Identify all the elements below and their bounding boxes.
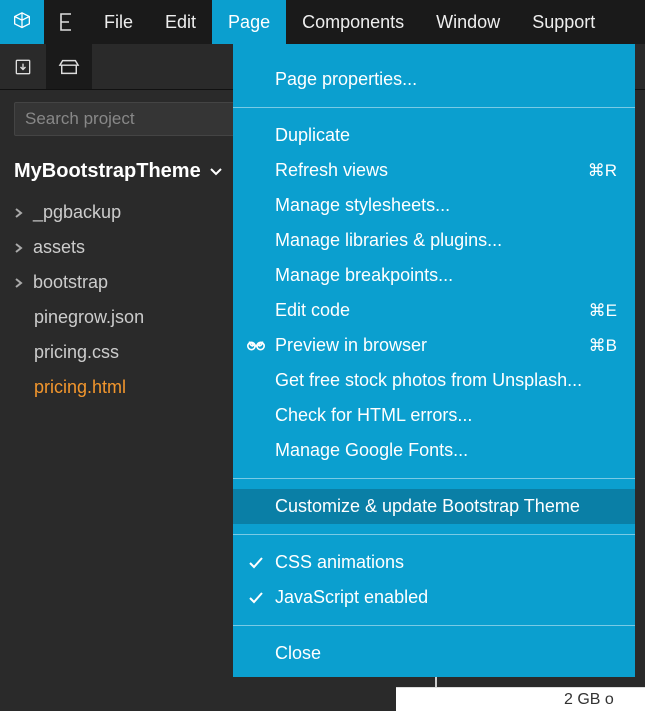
menu-file[interactable]: File (88, 0, 149, 44)
dd-label: Refresh views (275, 160, 388, 181)
dd-label: Manage stylesheets... (275, 195, 450, 216)
check-icon (245, 556, 267, 570)
dd-js-enabled[interactable]: JavaScript enabled (233, 580, 635, 615)
dd-manage-breakpoints[interactable]: Manage breakpoints... (233, 258, 635, 293)
tree-label: bootstrap (33, 272, 108, 293)
toolbar-import-icon[interactable] (0, 44, 46, 89)
dd-label: Page properties... (275, 69, 417, 90)
dd-google-fonts[interactable]: Manage Google Fonts... (233, 433, 635, 468)
dd-refresh-views[interactable]: Refresh views ⌘R (233, 153, 635, 188)
dropdown-separator (233, 625, 635, 626)
dd-label: JavaScript enabled (275, 587, 428, 608)
dd-page-properties[interactable]: Page properties... (233, 62, 635, 97)
check-icon (245, 591, 267, 605)
menu-window[interactable]: Window (420, 0, 516, 44)
dd-label: Preview in browser (275, 335, 427, 356)
dd-css-animations[interactable]: CSS animations (233, 545, 635, 580)
menu-page[interactable]: Page (212, 0, 286, 44)
tree-label: pricing.html (34, 377, 126, 398)
menu-edit[interactable]: Edit (149, 0, 212, 44)
tree-label: assets (33, 237, 85, 258)
chevron-right-icon (14, 277, 27, 289)
dd-shortcut: ⌘B (589, 336, 617, 356)
dd-duplicate[interactable]: Duplicate (233, 118, 635, 153)
app-logo-icon[interactable] (0, 0, 44, 44)
dd-preview-browser[interactable]: Preview in browser ⌘B (233, 328, 635, 363)
menubar: File Edit Page Components Window Support (0, 0, 645, 44)
dd-close[interactable]: Close (233, 636, 635, 671)
dd-shortcut: ⌘E (589, 301, 617, 321)
background-snippet: 2 GB o (396, 687, 645, 711)
dd-label: Close (275, 643, 321, 664)
tree-label: pricing.css (34, 342, 119, 363)
dd-label: CSS animations (275, 552, 404, 573)
menu-components[interactable]: Components (286, 0, 420, 44)
chevron-down-icon (209, 167, 223, 177)
dd-label: Duplicate (275, 125, 350, 146)
chevron-right-icon (14, 207, 27, 219)
dd-label: Manage Google Fonts... (275, 440, 468, 461)
page-dropdown: Page properties... Duplicate Refresh vie… (233, 44, 635, 677)
e-logo-icon[interactable] (44, 0, 88, 44)
chevron-right-icon (14, 242, 27, 254)
dd-label: Customize & update Bootstrap Theme (275, 496, 580, 517)
dd-customize-bootstrap[interactable]: Customize & update Bootstrap Theme (233, 489, 635, 524)
link-icon (245, 340, 267, 352)
tree-label: pinegrow.json (34, 307, 144, 328)
project-name: MyBootstrapTheme (14, 160, 201, 183)
dd-edit-code[interactable]: Edit code ⌘E (233, 293, 635, 328)
dd-check-html-errors[interactable]: Check for HTML errors... (233, 398, 635, 433)
dd-shortcut: ⌘R (588, 161, 617, 181)
dropdown-separator (233, 478, 635, 479)
dd-label: Check for HTML errors... (275, 405, 472, 426)
dd-unsplash[interactable]: Get free stock photos from Unsplash... (233, 363, 635, 398)
dd-label: Manage libraries & plugins... (275, 230, 502, 251)
dd-label: Manage breakpoints... (275, 265, 453, 286)
dropdown-separator (233, 534, 635, 535)
tree-label: _pgbackup (33, 202, 121, 223)
dropdown-separator (233, 107, 635, 108)
menu-support[interactable]: Support (516, 0, 611, 44)
dd-label: Get free stock photos from Unsplash... (275, 370, 582, 391)
dd-manage-libraries[interactable]: Manage libraries & plugins... (233, 223, 635, 258)
toolbar-project-icon[interactable] (46, 44, 92, 89)
dd-label: Edit code (275, 300, 350, 321)
dd-manage-stylesheets[interactable]: Manage stylesheets... (233, 188, 635, 223)
